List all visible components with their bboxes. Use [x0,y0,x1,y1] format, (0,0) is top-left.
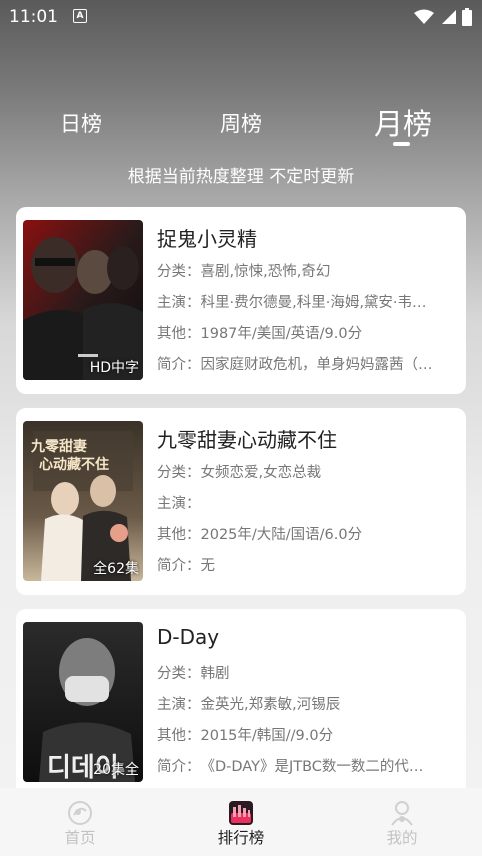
tab-month[interactable]: 月榜 [374,101,432,143]
cast-label: 主演： [157,295,201,311]
ranking-tabs: 日榜 周榜 月榜 [0,100,482,143]
movie-cast: 主演：金英光,郑素敏,河锡辰 [157,693,340,714]
ranking-icon [229,801,253,825]
movie-genre: 分类：女频恋爱,女恋总裁 [157,461,321,482]
cast-label: 主演： [157,496,201,512]
intro-value: 《D-DAY》是JTBC数一数二的代… [200,759,424,775]
tab-active-indicator [393,142,410,146]
genre-value: 喜剧,惊悚,恐怖,奇幻 [200,264,331,280]
notification-a-icon: A [73,9,87,23]
poster-image: 九零甜妻 心动藏不住 [23,421,143,581]
intro-label: 简介： [157,759,201,775]
intro-label: 简介： [157,558,201,574]
cast-value: 科里·费尔德曼,科里·海姆,黛安·韦… [200,295,427,311]
movie-poster[interactable]: HD中字 [23,220,143,380]
movie-card[interactable]: 九零甜妻 心动藏不住 全62集 九零甜妻心动藏不住 分类：女频恋爱,女恋总裁 主… [16,408,466,595]
poster-image [23,220,143,380]
signal-icon [442,10,456,24]
user-icon [391,801,413,826]
other-label: 其他： [157,527,201,543]
other-value: 1987年/美国/英语/9.0分 [200,326,363,342]
tab-day[interactable]: 日榜 [60,108,102,138]
movie-cast: 主演：科里·费尔德曼,科里·海姆,黛安·韦… [157,291,427,312]
movie-card[interactable]: 디데이 20集全 D-Day 分类：韩剧 主演：金英光,郑素敏,河锡辰 其他：2… [16,609,466,796]
nav-home[interactable]: 首页 [30,788,130,856]
genre-label: 分类： [157,264,201,280]
movie-poster[interactable]: 디데이 20集全 [23,622,143,782]
nav-mine[interactable]: 我的 [352,788,452,856]
movie-intro: 简介：《D-DAY》是JTBC数一数二的代… [157,755,423,776]
ranking-subtitle: 根据当前热度整理 不定时更新 [127,167,355,187]
cast-value: 金英光,郑素敏,河锡辰 [200,697,341,713]
nav-mine-label: 我的 [386,829,418,847]
movie-title: 九零甜妻心动藏不住 [157,428,337,452]
nav-ranking-label: 排行榜 [217,829,265,847]
intro-label: 简介： [157,357,201,373]
svg-text:心动藏不住: 心动藏不住 [39,456,109,473]
poster-badge: HD中字 [89,360,139,376]
other-label: 其他： [157,326,201,342]
poster-badge: 全62集 [93,561,139,577]
tab-week[interactable]: 周榜 [220,108,262,138]
movie-title: D-Day [157,625,220,649]
movie-other: 其他：2015年/韩国//9.0分 [157,724,333,745]
svg-text:九零甜妻: 九零甜妻 [30,438,87,455]
genre-value: 韩剧 [200,666,230,682]
status-time: 11:01 [9,7,58,27]
movie-card[interactable]: HD中字 捉鬼小灵精 分类：喜剧,惊悚,恐怖,奇幻 主演：科里·费尔德曼,科里·… [16,207,466,394]
genre-label: 分类： [157,666,201,682]
movie-other: 其他：1987年/美国/英语/9.0分 [157,322,362,343]
movie-other: 其他：2025年/大陆/国语/6.0分 [157,523,362,544]
battery-icon [462,8,472,26]
intro-value: 无 [200,558,216,574]
genre-value: 女频恋爱,女恋总裁 [200,465,322,481]
movie-intro: 简介：因家庭财政危机，单身妈妈露茜（… [157,353,433,374]
bottom-navigation: 首页 排行榜 我的 [0,788,482,856]
cast-label: 主演： [157,697,201,713]
movie-poster[interactable]: 九零甜妻 心动藏不住 全62集 [23,421,143,581]
intro-value: 因家庭财政危机，单身妈妈露茜（… [200,357,433,373]
movie-title: 捉鬼小灵精 [157,227,257,251]
status-icons [414,8,472,26]
movie-cast: 主演： [157,492,201,513]
other-label: 其他： [157,728,201,744]
movie-intro: 简介：无 [157,554,215,575]
movie-genre: 分类：喜剧,惊悚,恐怖,奇幻 [157,260,330,281]
home-icon [68,801,92,825]
nav-home-label: 首页 [64,829,96,847]
genre-label: 分类： [157,465,201,481]
wifi-icon [414,9,434,24]
other-value: 2015年/韩国//9.0分 [200,728,334,744]
nav-ranking[interactable]: 排行榜 [191,788,291,856]
poster-badge: 20集全 [93,762,139,778]
movie-genre: 分类：韩剧 [157,662,230,683]
other-value: 2025年/大陆/国语/6.0分 [200,527,363,543]
status-bar: 11:01 A [0,0,482,34]
poster-image: 디데이 [23,622,143,782]
